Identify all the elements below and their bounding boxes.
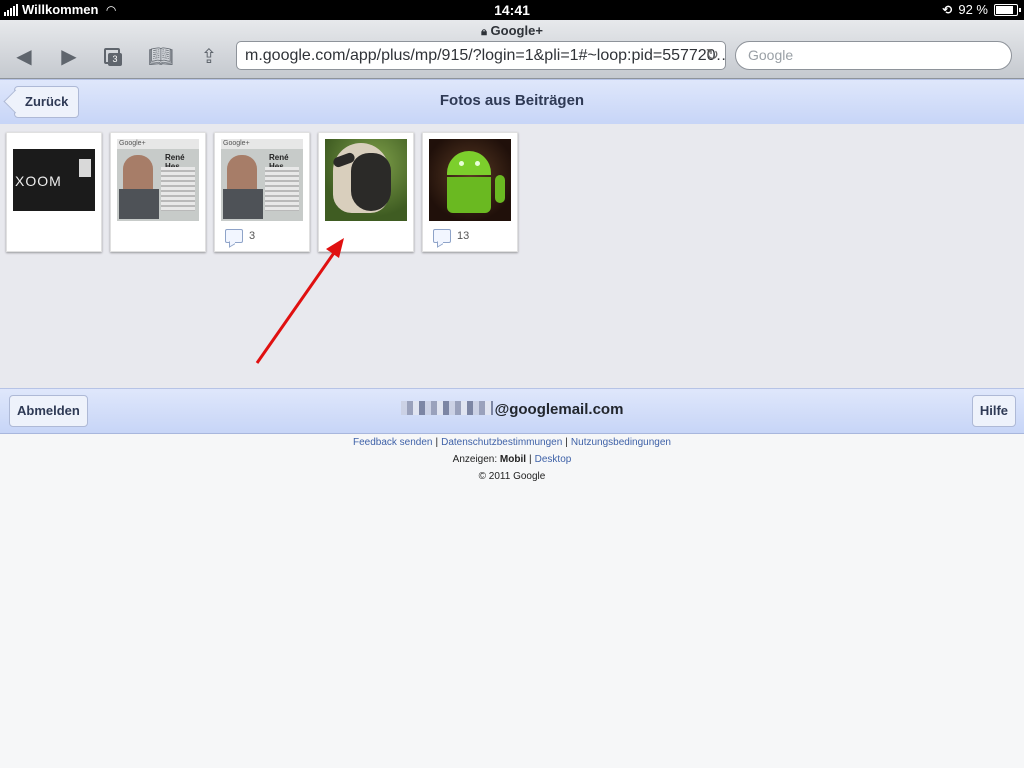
- photo-thumbnail[interactable]: XOOM: [13, 139, 95, 221]
- thumb-logo-text: Google+: [119, 140, 146, 147]
- feedback-link[interactable]: Feedback senden: [353, 437, 433, 448]
- view-mobile-current: Mobil: [499, 454, 527, 465]
- thumb-logo-text: Google+: [223, 140, 250, 147]
- page-header: Zurück Fotos aus Beiträgen: [0, 79, 1024, 125]
- thumb-shirt: [119, 189, 159, 219]
- lock-icon: 🔒︎: [481, 26, 487, 38]
- box-label: [79, 159, 91, 177]
- thumb-android-eye: [459, 161, 464, 166]
- browser-toolbar: 🔒︎ Google+ ◀ ▶ 3 📖︎ ⇪ m.google.com/app/p…: [0, 20, 1024, 79]
- page-title-bar: 🔒︎ Google+: [0, 23, 1024, 39]
- thumb-lines: [161, 167, 195, 211]
- photo-card[interactable]: 13: [422, 132, 518, 252]
- comment-icon: [225, 229, 243, 243]
- url-text: m.google.com/app/plus/mp/915/?login=1&pl…: [245, 47, 726, 64]
- copyright: © 2011 Google: [478, 471, 546, 482]
- search-placeholder: Google: [748, 47, 794, 63]
- terms-link[interactable]: Nutzungsbedingungen: [571, 437, 671, 448]
- status-bar: Willkommen ◠ 14:41 ⟲ 92 %: [0, 0, 1024, 20]
- comment-icon: [433, 229, 451, 243]
- privacy-link[interactable]: Datenschutzbestimmungen: [441, 437, 562, 448]
- orientation-lock-icon: ⟲: [942, 2, 953, 17]
- account-bar: Abmelden @googlemail.com Hilfe: [0, 388, 1024, 434]
- photo-thumbnail[interactable]: [325, 139, 407, 221]
- photo-thumbnail[interactable]: Google+ René Hes: [117, 139, 199, 221]
- battery-percent: 92 %: [958, 2, 988, 17]
- footer-links: Feedback senden | Datenschutzbestimmungen |…: [352, 437, 671, 448]
- account-email: @googlemail.com: [0, 401, 1024, 418]
- thumb-shirt: [223, 189, 263, 219]
- comment-count-value: 3: [249, 230, 256, 242]
- photo-card[interactable]: Google+ René Hes 3: [214, 132, 310, 252]
- back-arrow-icon[interactable]: ◀: [10, 46, 38, 68]
- photo-card[interactable]: [318, 132, 414, 252]
- tabs-button[interactable]: 3: [99, 46, 127, 68]
- forward-arrow-icon[interactable]: ▶: [55, 46, 83, 68]
- thumb-sheep-head: [351, 153, 391, 211]
- status-right: ⟲ 92 %: [942, 2, 1021, 17]
- comment-count[interactable]: 13: [433, 229, 469, 243]
- page-title: Fotos aus Beiträgen: [439, 92, 585, 109]
- help-button[interactable]: Hilfe: [971, 395, 1016, 427]
- pixelated-username: [400, 401, 493, 415]
- view-switcher: Anzeigen: Mobil | Desktop: [452, 454, 572, 465]
- email-suffix: @googlemail.com: [494, 401, 624, 418]
- share-icon[interactable]: ⇪: [195, 46, 223, 68]
- battery-icon: [994, 3, 1021, 16]
- thumb-android-body: [447, 177, 491, 213]
- tab-count-badge: 3: [108, 53, 122, 66]
- thumb-xoom-text: XOOM: [15, 173, 62, 189]
- url-field[interactable]: m.google.com/app/plus/mp/915/?login=1&pl…: [236, 41, 726, 70]
- photo-card[interactable]: Google+ René Hes: [110, 132, 206, 252]
- browser-page-title: Google+: [490, 23, 543, 38]
- thumb-android-eye: [475, 161, 480, 166]
- reload-icon[interactable]: ↻: [706, 42, 719, 69]
- view-label: Anzeigen:: [452, 454, 498, 465]
- bookmarks-icon[interactable]: 📖︎: [147, 46, 175, 68]
- footer: Feedback senden | Datenschutzbestimmungen |…: [0, 434, 1024, 485]
- photo-thumbnail[interactable]: [429, 139, 511, 221]
- thumb-android-arm: [495, 175, 505, 203]
- desktop-view-link[interactable]: Desktop: [535, 454, 572, 465]
- photo-card[interactable]: XOOM: [6, 132, 102, 252]
- clock: 14:41: [494, 2, 530, 18]
- search-input[interactable]: Google: [735, 41, 1012, 70]
- comment-count[interactable]: 3: [225, 229, 255, 243]
- photo-thumbnail[interactable]: Google+ René Hes: [221, 139, 303, 221]
- comment-count-value: 13: [457, 230, 470, 242]
- thumb-lines: [265, 167, 299, 211]
- photo-gallery: XOOM Google+ René Hes Google+ René Hes 3: [0, 124, 1024, 388]
- battery-fill: [996, 5, 1013, 14]
